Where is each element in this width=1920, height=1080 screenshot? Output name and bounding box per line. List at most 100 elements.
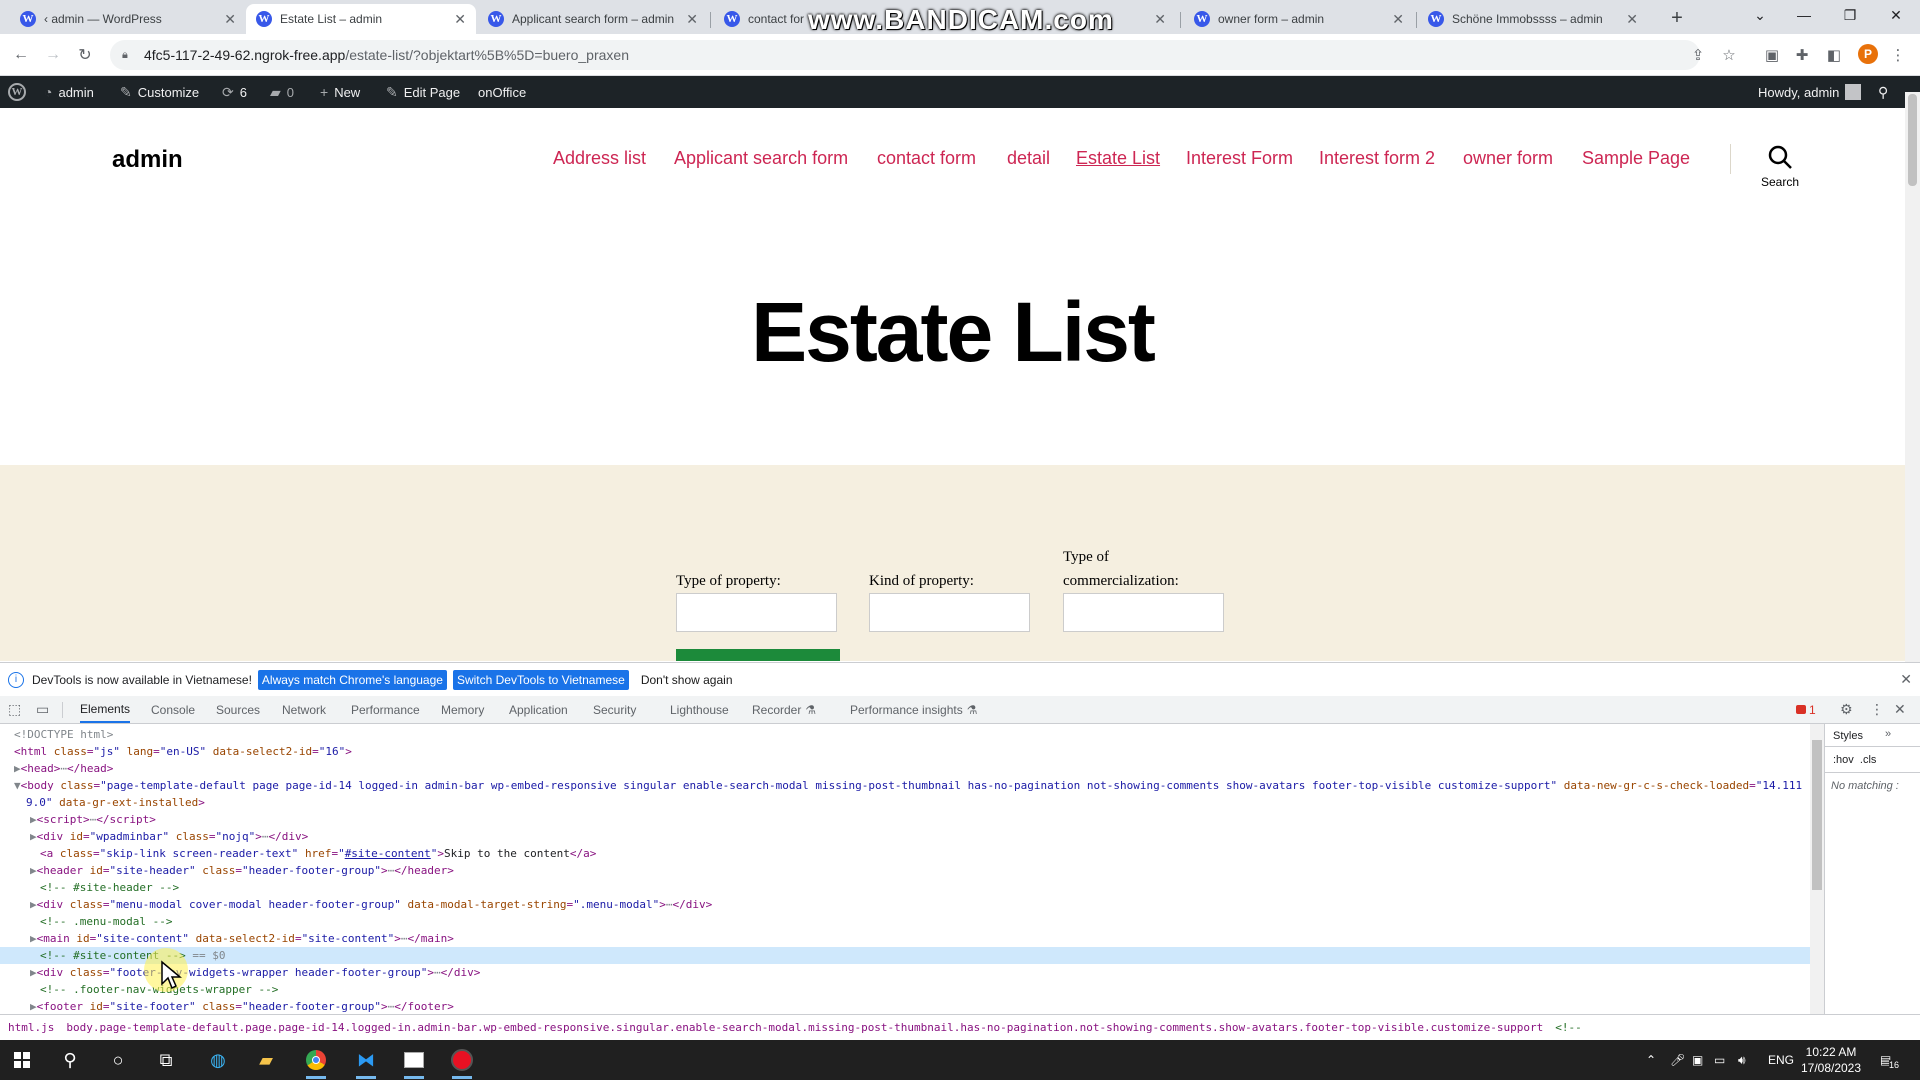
new-tab-button[interactable]: + [1663,4,1691,32]
network-icon[interactable]: ▭ [1714,1040,1725,1080]
devtools-tab-elements[interactable]: Elements [80,696,131,723]
dom-node-doctype[interactable]: <!DOCTYPE html> [0,726,1810,743]
menu-item-sample-page[interactable]: Sample Page [1582,148,1690,169]
share-icon[interactable]: ⇪ [1688,45,1708,65]
inspect-element-icon[interactable]: ⬚ [8,696,21,723]
url-text[interactable]: 4fc5-117-2-49-62.ngrok-free.app/estate-l… [144,47,629,63]
close-tab-icon[interactable]: ✕ [224,11,236,28]
search-submit-button[interactable] [676,649,840,661]
extensions-puzzle-icon[interactable]: ✚ [1792,45,1812,65]
dom-node-footer-nav-widgets[interactable]: ▶<div class="footer-nav-widgets-wrapper … [0,964,1810,981]
bandicam-record-icon[interactable] [440,1040,484,1080]
adminbar-updates[interactable]: ⟳ 6 [222,76,247,108]
dom-tree-scrollbar-thumb[interactable] [1812,740,1822,890]
close-tab-icon[interactable]: ✕ [454,11,466,28]
menu-item-interest-form[interactable]: Interest Form [1186,148,1293,169]
dom-comment-footer-nav-widgets[interactable]: <!-- .footer-nav-widgets-wrapper --> [0,981,1810,998]
devtools-settings-icon[interactable]: ⚙ [1840,696,1853,723]
adminbar-site[interactable]: ◔ admin [44,76,94,108]
dom-node-body[interactable]: ▼<body class="page-template-default page… [0,777,1810,794]
adminbar-comments[interactable]: ▰ 0 [270,76,294,108]
reload-icon[interactable]: ↻ [72,42,98,68]
bookmark-star-icon[interactable]: ☆ [1719,45,1739,65]
browser-tab-schone-immobssss[interactable]: W Schöne Immobssss – admin ✕ [1418,4,1648,34]
windows-start-icon[interactable] [0,1040,44,1080]
tray-app-icon[interactable]: ▣ [1692,1040,1703,1080]
chrome-icon[interactable] [294,1040,338,1080]
page-scrollbar-thumb[interactable] [1908,94,1917,186]
breadcrumb-html[interactable]: html.js [8,1021,54,1034]
forward-icon[interactable]: → [40,42,66,68]
adminbar-customize[interactable]: ✎ Customize [120,76,199,108]
match-chrome-language-button[interactable]: Always match Chrome's language [257,669,447,690]
task-view-icon[interactable]: ⧉ [144,1040,188,1080]
tab-search-icon[interactable]: ⌄ [1740,0,1780,30]
dont-show-again-button[interactable]: Don't show again [637,670,737,690]
notification-center-icon[interactable]: ▤ 16 [1880,1040,1900,1080]
devtools-tab-performance[interactable]: Performance [351,696,420,723]
devtools-tab-lighthouse[interactable]: Lighthouse [670,696,729,723]
devtools-tab-security[interactable]: Security [593,696,636,723]
menu-item-interest-form-2[interactable]: Interest form 2 [1319,148,1435,169]
wordpress-logo-icon[interactable]: W [8,76,26,108]
elements-dom-tree[interactable]: <!DOCTYPE html> <html class="js" lang="e… [0,724,1810,1014]
dom-node-body-cont[interactable]: 9.0" data-gr-ext-installed> [0,794,1810,811]
minimize-button[interactable]: — [1784,0,1824,30]
devtools-menu-icon[interactable]: ⋮ [1870,696,1884,723]
breadcrumb-body[interactable]: body.page-template-default.page.page-id-… [66,1021,1543,1034]
menu-item-estate-list[interactable]: Estate List [1076,148,1160,169]
menu-item-detail[interactable]: detail [1007,148,1050,169]
adminbar-howdy[interactable]: Howdy, admin [1758,76,1862,108]
device-toolbar-icon[interactable]: ▭ [36,696,49,723]
menu-item-applicant-search-form[interactable]: Applicant search form [674,148,848,169]
extension-icon[interactable]: ▣ [1762,45,1782,65]
close-tab-icon[interactable]: ✕ [1154,11,1166,28]
devtools-tab-sources[interactable]: Sources [216,696,260,723]
dom-node-menu-modal[interactable]: ▶<div class="menu-modal cover-modal head… [0,896,1810,913]
edge-icon[interactable]: ◍ [196,1040,240,1080]
menu-item-owner-form[interactable]: owner form [1463,148,1553,169]
error-badge[interactable]: 1 [1796,696,1816,723]
back-icon[interactable]: ← [8,42,34,68]
switch-devtools-language-button[interactable]: Switch DevTools to Vietnamese [452,669,629,690]
more-tabs-icon[interactable]: » [1885,728,1891,740]
devtools-tab-network[interactable]: Network [282,696,326,723]
type-of-property-select[interactable] [676,593,837,632]
dom-comment-site-content-selected[interactable]: <!-- #site-content --> == $0 [0,947,1810,964]
dom-node-head[interactable]: ▶<head>⋯</head> [0,760,1810,777]
browser-tab-estate-list[interactable]: W Estate List – admin ✕ [246,4,476,34]
menu-item-contact-form[interactable]: contact form [877,148,976,169]
address-bar[interactable]: 🔒︎ 4fc5-117-2-49-62.ngrok-free.app/estat… [110,40,1700,70]
site-title[interactable]: admin [112,146,183,174]
search-icon[interactable]: ⚲ [48,1040,92,1080]
devtools-tab-memory[interactable]: Memory [441,696,484,723]
devtools-tab-console[interactable]: Console [151,696,195,723]
taskbar-app-window-icon[interactable] [392,1040,436,1080]
volume-icon[interactable]: 🔊︎ [1738,1040,1746,1080]
dom-comment-site-header[interactable]: <!-- #site-header --> [0,879,1810,896]
close-tab-icon[interactable]: ✕ [1392,11,1404,28]
cortana-icon[interactable]: ○ [96,1040,140,1080]
devtools-tab-recorder[interactable]: Recorder ⚗ [752,696,816,723]
profile-avatar[interactable]: P [1858,44,1878,64]
dom-node-html[interactable]: <html class="js" lang="en-US" data-selec… [0,743,1810,760]
menu-item-address-list[interactable]: Address list [553,148,646,169]
language-indicator[interactable]: ENG [1768,1040,1794,1080]
side-panel-icon[interactable]: ◧ [1824,45,1844,65]
clock[interactable]: 10:22 AM 17/08/2023 [1800,1040,1862,1080]
devtools-tab-performance-insights[interactable]: Performance insights ⚗ [850,696,977,723]
dom-node-script[interactable]: ▶<script>⋯</script> [0,811,1810,828]
dom-node-wpadminbar[interactable]: ▶<div id="wpadminbar" class="nojq">⋯</di… [0,828,1810,845]
adminbar-onoffice[interactable]: onOffice [478,76,526,108]
dom-node-skip-link[interactable]: <a class="skip-link screen-reader-text" … [0,845,1810,862]
chrome-menu-icon[interactable]: ⋮ [1888,45,1908,65]
close-tab-icon[interactable]: ✕ [686,11,698,28]
search-toggle-button[interactable]: Search [1752,144,1808,196]
dom-node-main[interactable]: ▶<main id="site-content" data-select2-id… [0,930,1810,947]
breadcrumb-comment[interactable]: <!-- [1555,1021,1582,1034]
vscode-icon[interactable]: ⧓ [344,1040,388,1080]
close-tab-icon[interactable]: ✕ [1626,11,1638,28]
adminbar-search-icon[interactable]: ⚲ [1878,76,1888,108]
browser-tab-owner-form[interactable]: W owner form – admin ✕ [1184,4,1414,34]
devtools-tab-application[interactable]: Application [509,696,568,723]
